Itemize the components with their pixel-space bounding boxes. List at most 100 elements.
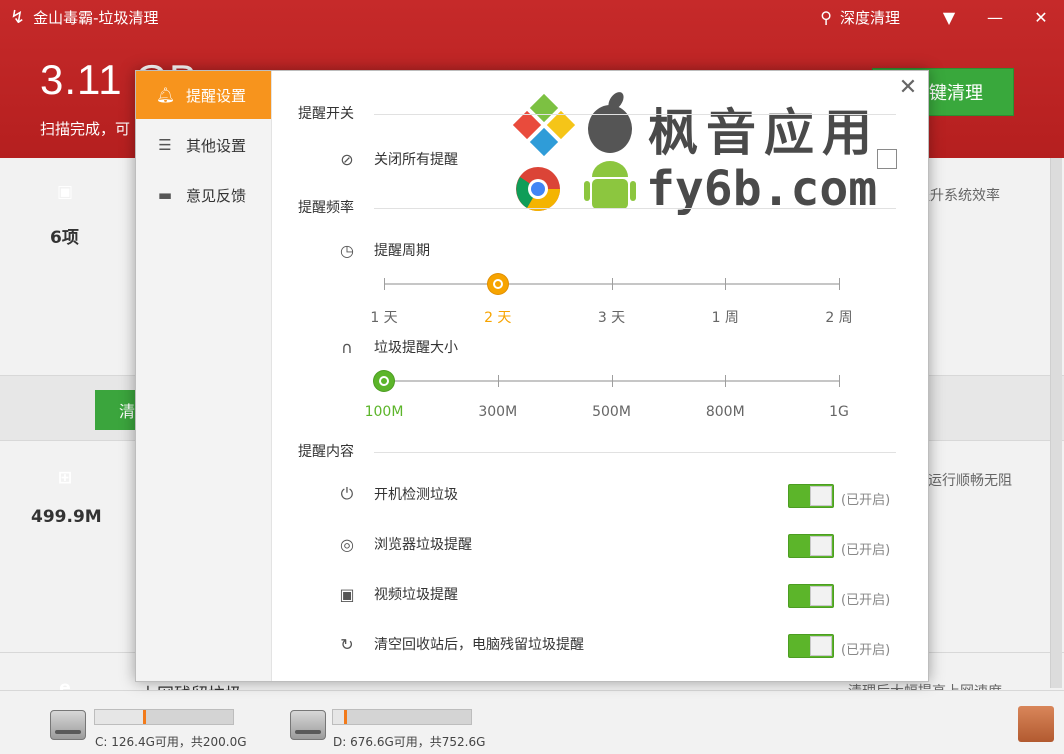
drive-d-icon <box>290 710 326 740</box>
scrollbar[interactable] <box>1050 158 1062 688</box>
app-logo-icon: ↯ <box>10 6 26 28</box>
size-option: ∩ 垃圾提醒大小 <box>336 337 458 357</box>
sidebar-item-label: 意见反馈 <box>186 186 247 205</box>
size-slider[interactable] <box>374 371 840 391</box>
bell-icon: 🔔︎ <box>156 86 176 104</box>
title-controls: ⚲ 深度清理 ▼ — ✕ <box>820 0 1064 34</box>
size-option-label[interactable]: 300M <box>478 404 517 420</box>
size-option-label[interactable]: 800M <box>706 404 745 420</box>
content-item-label: 视频垃圾提醒 <box>374 587 458 603</box>
drive-d-text: D: 676.6G可用，共752.6G <box>333 735 486 749</box>
toolbox-icon[interactable] <box>1018 706 1054 742</box>
boot-scan-status: (已开启) <box>841 493 891 508</box>
slider-tick <box>725 375 727 387</box>
settings-sidebar: 🔔︎ 提醒设置 ☰ 其他设置 ▬ 意见反馈 <box>136 71 272 681</box>
content-item-label: 浏览器垃圾提醒 <box>374 537 472 553</box>
content-item-label: 开机检测垃圾 <box>374 487 458 503</box>
slider-tick <box>611 278 613 290</box>
period-title: 提醒周期 <box>374 243 430 259</box>
settings-dialog: 🔔︎ 提醒设置 ☰ 其他设置 ▬ 意见反馈 ✕ 枫音应用 fy6b.com 提醒… <box>135 70 929 682</box>
drive-d-usage-fill <box>333 710 347 724</box>
drive-c-usage-fill <box>95 710 146 724</box>
deep-clean-button[interactable]: ⚲ 深度清理 <box>820 7 900 28</box>
disable-all-checkbox[interactable] <box>877 149 897 169</box>
drive-d-usage-bar <box>332 709 472 725</box>
watermark: 枫音应用 fy6b.com <box>512 91 877 219</box>
slider-tick <box>839 278 840 290</box>
recycle-status: (已开启) <box>841 643 891 658</box>
boot-scan-toggle[interactable] <box>788 484 834 508</box>
disable-all-option: ⊘ 关闭所有提醒 <box>336 149 458 169</box>
period-option-label[interactable]: 2 周 <box>825 307 852 327</box>
period-option-label[interactable]: 1 天 <box>370 307 397 327</box>
slider-knob[interactable] <box>487 274 508 294</box>
app-title: 金山毒霸-垃圾清理 <box>33 8 159 27</box>
power-scan-icon: ⏻ <box>340 484 354 503</box>
browser-toggle[interactable] <box>788 534 834 558</box>
period-slider[interactable] <box>384 274 840 294</box>
size-title: 垃圾提醒大小 <box>374 340 458 356</box>
content-item-boot-scan: ⏻ 开机检测垃圾 <box>336 484 458 504</box>
section-switch-title: 提醒开关 <box>298 106 354 122</box>
system-junk-count: 6项 <box>50 228 79 248</box>
content-item-video: ▣ 视频垃圾提醒 <box>336 584 458 604</box>
size-option-label[interactable]: 100M <box>365 404 404 420</box>
list-icon: ☰ <box>158 136 172 154</box>
period-option: ◷ 提醒周期 <box>336 240 430 260</box>
section-frequency-title: 提醒频率 <box>298 200 354 216</box>
deep-clean-label: 深度清理 <box>839 8 900 27</box>
sidebar-item-reminder-settings[interactable]: 🔔︎ 提醒设置 <box>136 71 271 119</box>
slider-tick <box>611 375 613 387</box>
clean-category-button[interactable]: 清 <box>95 390 139 430</box>
content-item-recycle: ↻ 清空回收站后，电脑残留垃圾提醒 <box>336 634 584 654</box>
content-item-label: 清空回收站后，电脑残留垃圾提醒 <box>374 637 584 653</box>
period-option-label[interactable]: 2 天 <box>484 307 511 327</box>
slider-knob[interactable] <box>374 371 394 391</box>
windows-junk-count: 499.9M <box>31 507 102 527</box>
scan-status: 扫描完成，可 <box>40 120 131 138</box>
period-option-label[interactable]: 3 天 <box>598 307 625 327</box>
sidebar-item-other-settings[interactable]: ☰ 其他设置 <box>136 121 271 169</box>
period-option-label[interactable]: 1 周 <box>712 307 739 327</box>
drive-c-usage-bar <box>94 709 234 725</box>
watermark-title: 枫音应用 <box>648 104 880 162</box>
chat-icon: ▬ <box>157 186 173 204</box>
disable-all-label: 关闭所有提醒 <box>374 152 458 168</box>
dialog-close-icon[interactable]: ✕ <box>896 75 920 100</box>
window-close-icon[interactable]: ✕ <box>1018 8 1064 27</box>
video-toggle[interactable] <box>788 584 834 608</box>
recycle-icon: ↻ <box>340 634 354 654</box>
size-option-label[interactable]: 1G <box>829 404 849 420</box>
menu-dropdown-icon[interactable]: ▼ <box>926 8 972 27</box>
slider-tick <box>725 278 727 290</box>
drive-c-icon <box>50 710 86 740</box>
toggle-thumb <box>810 486 832 506</box>
sidebar-item-label: 提醒设置 <box>186 86 247 105</box>
content-item-browser: ◎ 浏览器垃圾提醒 <box>336 534 472 554</box>
browser-icon: ◎ <box>340 534 354 554</box>
toggle-thumb <box>810 536 832 556</box>
sidebar-item-feedback[interactable]: ▬ 意见反馈 <box>136 171 271 219</box>
recycle-toggle[interactable] <box>788 634 834 658</box>
video-status: (已开启) <box>841 593 891 608</box>
slider-tick <box>839 375 840 387</box>
prohibit-icon: ⊘ <box>340 149 354 169</box>
size-option-label[interactable]: 500M <box>592 404 631 420</box>
section-divider <box>374 452 896 453</box>
watermark-logos-icon <box>512 92 636 211</box>
slider-tick <box>497 375 499 387</box>
minimize-icon[interactable]: — <box>972 8 1018 27</box>
broom-icon: ⚲ <box>820 7 832 27</box>
sidebar-item-label: 其他设置 <box>186 136 247 155</box>
section-divider <box>374 208 896 209</box>
section-divider <box>374 114 896 115</box>
section-content-title: 提醒内容 <box>298 444 354 460</box>
drive-c-text: C: 126.4G可用，共200.0G <box>95 735 247 749</box>
toggle-thumb <box>810 636 832 656</box>
windows-junk-desc: 运行顺畅无阻 <box>928 473 1012 489</box>
slider-tick <box>384 278 385 290</box>
browser-status: (已开启) <box>841 543 891 558</box>
windows-junk-icon: ⊞ <box>57 468 73 488</box>
system-junk-icon: ▣ <box>56 182 74 202</box>
toggle-thumb <box>810 586 832 606</box>
